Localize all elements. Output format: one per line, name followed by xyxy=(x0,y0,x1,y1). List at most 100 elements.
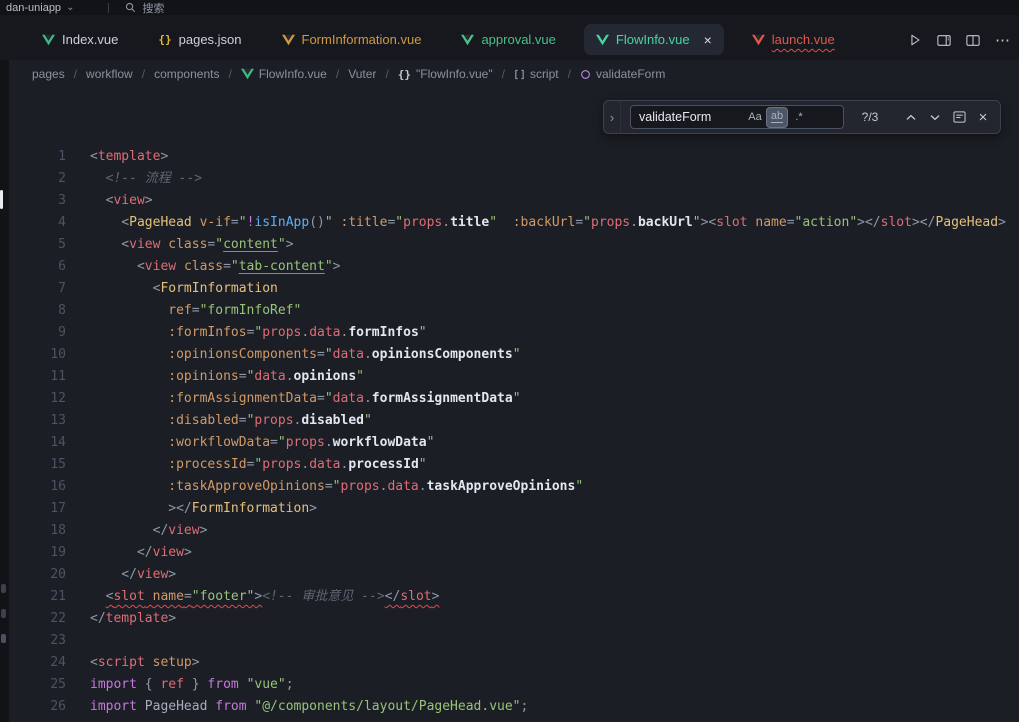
line-number: 20 xyxy=(10,564,66,586)
open-editor-tabs: Index.vue {}pages.json FormInformation.vue… xyxy=(30,24,847,55)
code-line-4[interactable]: 4 <PageHead v-if="!isInApp()" :title="pr… xyxy=(0,212,1019,234)
line-number: 16 xyxy=(10,476,66,498)
code-line-content: <view> xyxy=(90,190,153,212)
tab-forminformation-vue[interactable]: FormInformation.vue xyxy=(270,24,434,55)
line-number: 18 xyxy=(10,520,66,542)
find-next-button[interactable] xyxy=(924,106,946,128)
breadcrumb-item-flowinfo-vue[interactable]: {}"FlowInfo.vue" xyxy=(398,67,493,81)
code-line-12[interactable]: 12 :formAssignmentData="data.formAssignm… xyxy=(0,388,1019,410)
code-area[interactable]: 1<template>2 <!-- 流程 -->3 <view>4 <PageH… xyxy=(0,88,1019,718)
code-line-content: <slot name="footer"><!-- 审批意见 --></slot> xyxy=(90,586,439,608)
line-number: 3 xyxy=(10,190,66,212)
tab-label: FlowInfo.vue xyxy=(616,32,690,47)
project-menu[interactable]: dan-uniapp ⌄ xyxy=(6,2,74,14)
layout-toggle-button[interactable] xyxy=(937,34,951,47)
breadcrumb: pages/workflow/components/FlowInfo.vue/V… xyxy=(0,60,1019,88)
find-close-button[interactable]: × xyxy=(972,106,994,128)
vue-file-icon xyxy=(461,34,474,46)
line-number: 12 xyxy=(10,388,66,410)
tab-label: approval.vue xyxy=(481,32,555,47)
match-case-toggle[interactable]: Aa xyxy=(745,108,765,127)
find-input[interactable] xyxy=(639,110,745,124)
line-number: 21 xyxy=(10,586,66,608)
breadcrumb-item-vuter[interactable]: Vuter xyxy=(348,67,376,81)
activity-bar-sliver xyxy=(0,60,9,722)
run-button[interactable] xyxy=(908,33,922,47)
titlebar: dan-uniapp ⌄ 搜索 xyxy=(0,0,1019,15)
code-line-23[interactable]: 23 xyxy=(0,630,1019,652)
regex-toggle[interactable]: .* xyxy=(789,108,809,127)
code-line-18[interactable]: 18 </view> xyxy=(0,520,1019,542)
find-expand-toggle[interactable]: › xyxy=(604,101,621,133)
tab-label: FormInformation.vue xyxy=(302,32,422,47)
chevron-down-icon xyxy=(930,114,940,121)
line-number: 7 xyxy=(10,278,66,300)
code-line-26[interactable]: 26import PageHead from "@/components/lay… xyxy=(0,696,1019,718)
whole-word-glyph: ab xyxy=(771,111,783,124)
code-line-7[interactable]: 7 <FormInformation xyxy=(0,278,1019,300)
line-number: 22 xyxy=(10,608,66,630)
vue-file-icon xyxy=(42,34,55,46)
tab-flowinfo-vue[interactable]: FlowInfo.vue × xyxy=(584,24,724,55)
line-number: 2 xyxy=(10,168,66,190)
vue-file-icon xyxy=(596,34,609,46)
line-number: 24 xyxy=(10,652,66,674)
breadcrumb-label: FlowInfo.vue xyxy=(259,67,327,81)
code-line-content: <template> xyxy=(90,146,168,168)
tab-index-vue[interactable]: Index.vue xyxy=(30,24,130,55)
chevron-up-icon xyxy=(906,114,916,121)
code-line-17[interactable]: 17 ></FormInformation> xyxy=(0,498,1019,520)
more-actions-button[interactable]: ⋯ xyxy=(995,31,1011,49)
code-line-content: :processId="props.data.processId" xyxy=(90,454,427,476)
code-line-8[interactable]: 8 ref="formInfoRef" xyxy=(0,300,1019,322)
code-line-14[interactable]: 14 :workflowData="props.workflowData" xyxy=(0,432,1019,454)
breadcrumb-item-components[interactable]: components xyxy=(154,67,219,81)
code-line-5[interactable]: 5 <view class="content"> xyxy=(0,234,1019,256)
code-line-16[interactable]: 16 :taskApproveOpinions="props.data.task… xyxy=(0,476,1019,498)
code-line-6[interactable]: 6 <view class="tab-content"> xyxy=(0,256,1019,278)
global-search-label: 搜索 xyxy=(142,0,164,16)
code-line-24[interactable]: 24<script setup> xyxy=(0,652,1019,674)
code-line-3[interactable]: 3 <view> xyxy=(0,190,1019,212)
close-icon[interactable]: × xyxy=(704,33,712,47)
breadcrumb-label: "FlowInfo.vue" xyxy=(416,67,493,81)
code-line-1[interactable]: 1<template> xyxy=(0,146,1019,168)
tab-pages-json[interactable]: {}pages.json xyxy=(146,24,253,55)
layout-icon xyxy=(937,34,951,47)
tab-launch-vue[interactable]: launch.vue xyxy=(740,24,847,55)
find-in-selection-button[interactable] xyxy=(948,106,970,128)
breadcrumb-item-validateform[interactable]: validateForm xyxy=(580,67,665,81)
breadcrumb-separator: / xyxy=(74,67,77,81)
code-line-9[interactable]: 9 :formInfos="props.data.formInfos" xyxy=(0,322,1019,344)
code-line-21[interactable]: 21 <slot name="footer"><!-- 审批意见 --></sl… xyxy=(0,586,1019,608)
global-search-button[interactable]: 搜索 xyxy=(125,0,164,16)
breadcrumb-item-script[interactable]: script xyxy=(514,67,559,81)
tab-label: launch.vue xyxy=(772,32,835,47)
line-number: 23 xyxy=(10,630,66,652)
breadcrumb-label: workflow xyxy=(86,67,133,81)
code-line-10[interactable]: 10 :opinionsComponents="data.opinionsCom… xyxy=(0,344,1019,366)
line-number: 14 xyxy=(10,432,66,454)
code-line-content: :formAssignmentData="data.formAssignment… xyxy=(90,388,521,410)
code-line-13[interactable]: 13 :disabled="props.disabled" xyxy=(0,410,1019,432)
split-editor-button[interactable] xyxy=(966,34,980,47)
whole-word-toggle[interactable]: ab xyxy=(767,108,787,127)
code-line-2[interactable]: 2 <!-- 流程 --> xyxy=(0,168,1019,190)
code-line-content: </view> xyxy=(90,542,192,564)
find-prev-button[interactable] xyxy=(900,106,922,128)
code-line-20[interactable]: 20 </view> xyxy=(0,564,1019,586)
breadcrumb-item-workflow[interactable]: workflow xyxy=(86,67,133,81)
line-number: 6 xyxy=(10,256,66,278)
breadcrumb-separator: / xyxy=(336,67,339,81)
code-line-15[interactable]: 15 :processId="props.data.processId" xyxy=(0,454,1019,476)
breadcrumb-item-pages[interactable]: pages xyxy=(32,67,65,81)
code-line-content: :formInfos="props.data.formInfos" xyxy=(90,322,427,344)
code-line-25[interactable]: 25import { ref } from "vue"; xyxy=(0,674,1019,696)
code-line-11[interactable]: 11 :opinions="data.opinions" xyxy=(0,366,1019,388)
code-line-content: <PageHead v-if="!isInApp()" :title="prop… xyxy=(90,212,1006,234)
code-line-19[interactable]: 19 </view> xyxy=(0,542,1019,564)
code-line-22[interactable]: 22</template> xyxy=(0,608,1019,630)
code-line-content: import { ref } from "vue"; xyxy=(90,674,294,696)
tab-approval-vue[interactable]: approval.vue xyxy=(449,24,567,55)
breadcrumb-item-flowinfo-vue[interactable]: FlowInfo.vue xyxy=(241,67,327,81)
